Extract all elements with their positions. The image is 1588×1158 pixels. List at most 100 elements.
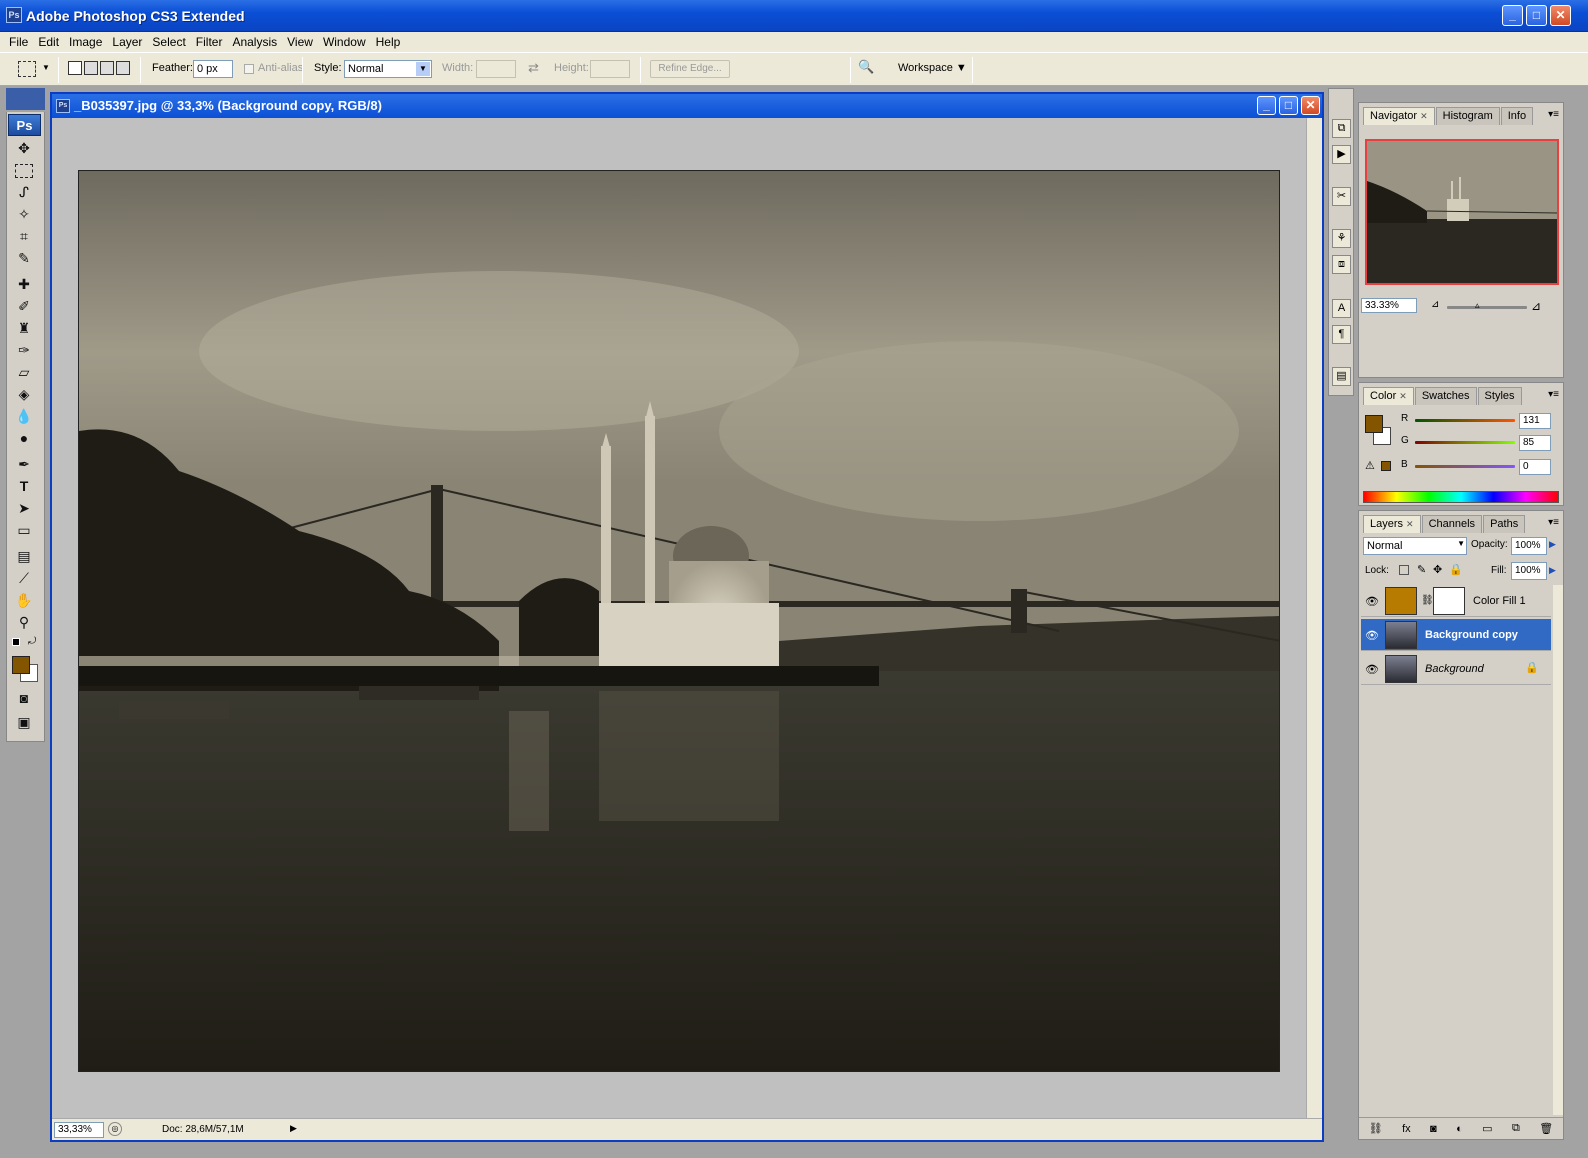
paint-bucket-icon[interactable]: ◈ (12, 384, 36, 404)
opacity-field[interactable]: 100% (1511, 537, 1547, 555)
close-icon[interactable]: ✕ (1420, 111, 1428, 121)
b-value[interactable]: 0 (1519, 459, 1551, 475)
bridge-icon[interactable]: 🔍 (858, 59, 878, 79)
fx-icon[interactable]: fx (1402, 1123, 1411, 1135)
lock-all-icon[interactable]: 🔒 (1449, 563, 1463, 576)
healing-brush-icon[interactable]: ✚ (12, 274, 36, 294)
marquee-preset-icon[interactable] (18, 61, 36, 77)
blend-mode-select[interactable]: Normal ▼ (1363, 537, 1467, 555)
layer-row-color-fill[interactable]: 👁 ⛓ Color Fill 1 (1361, 585, 1551, 617)
close-button[interactable]: ✕ (1550, 5, 1571, 26)
shape-tool-icon[interactable]: ▭ (12, 520, 36, 540)
fill-field[interactable]: 100% (1511, 562, 1547, 580)
layer-row-background-copy[interactable]: 👁 Background copy (1361, 619, 1551, 651)
toolbox-header[interactable] (6, 88, 45, 110)
height-input[interactable] (590, 60, 630, 78)
status-menu-arrow-icon[interactable]: ▶ (290, 1123, 297, 1134)
minimize-button[interactable]: _ (1502, 5, 1523, 26)
preset-dropdown-icon[interactable]: ▼ (42, 63, 50, 72)
close-icon[interactable]: ✕ (1406, 519, 1414, 529)
layer-row-background[interactable]: 👁 Background 🔒 (1361, 653, 1551, 685)
tab-histogram[interactable]: Histogram (1435, 107, 1500, 125)
chain-link-icon[interactable]: ⛓ (1421, 595, 1434, 606)
adjustment-layer-icon[interactable]: ◐ (1456, 1123, 1463, 1135)
menu-analysis[interactable]: Analysis (227, 35, 282, 49)
canvas-area[interactable] (52, 118, 1308, 1120)
slider-handle-icon[interactable]: ▵ (1475, 300, 1480, 311)
foreground-color-swatch[interactable] (12, 656, 30, 674)
swap-icon[interactable]: ⇄ (528, 60, 539, 76)
status-zoom-field[interactable]: 33,33% (54, 1122, 104, 1138)
tab-paths[interactable]: Paths (1483, 515, 1526, 533)
style-select[interactable]: Normal ▼ (344, 60, 432, 78)
width-input[interactable] (476, 60, 516, 78)
layer-mask-thumb[interactable] (1433, 587, 1465, 615)
panel-menu-icon[interactable]: ▾≡ (1548, 109, 1559, 120)
eyedropper-icon[interactable]: ⟋ (12, 568, 36, 588)
zoom-tool-icon[interactable]: ⚲ (12, 612, 36, 632)
dodge-tool-icon[interactable]: ● (12, 428, 36, 448)
history-brush-icon[interactable]: ✑ (12, 340, 36, 360)
menu-layer[interactable]: Layer (107, 35, 147, 49)
history-panel-icon[interactable]: ⧉ (1332, 119, 1351, 138)
new-group-icon[interactable]: ▭ (1482, 1122, 1492, 1135)
chevron-down-icon[interactable]: ▼ (1457, 539, 1465, 548)
paragraph-panel-icon[interactable]: ¶ (1332, 325, 1351, 344)
pen-tool-icon[interactable]: ✒ (12, 454, 36, 474)
brush-tool-icon[interactable]: ✐ (12, 296, 36, 316)
clone-source-icon[interactable]: ⧈ (1332, 255, 1351, 274)
brushes-panel-icon[interactable]: ⚘ (1332, 229, 1351, 248)
doc-close-button[interactable]: ✕ (1301, 96, 1320, 115)
lock-position-icon[interactable]: ✥ (1433, 563, 1442, 576)
document-image[interactable] (78, 170, 1280, 1072)
tool-presets-icon[interactable]: ✂ (1332, 187, 1351, 206)
trash-icon[interactable]: 🗑 (1539, 1122, 1553, 1135)
feather-input[interactable]: 0 px (193, 60, 233, 78)
eye-icon[interactable]: 👁 (1365, 629, 1379, 642)
tab-info[interactable]: Info (1500, 107, 1534, 125)
antialias-checkbox[interactable] (244, 64, 254, 74)
menu-help[interactable]: Help (371, 35, 406, 49)
menu-filter[interactable]: Filter (191, 35, 228, 49)
menu-image[interactable]: Image (64, 35, 107, 49)
add-mask-icon[interactable]: ◙ (1430, 1123, 1437, 1135)
color-fg-swatch[interactable] (1365, 415, 1383, 433)
marquee-tool-icon[interactable] (15, 164, 33, 178)
zoom-in-icon[interactable]: ⊿ (1531, 299, 1541, 313)
type-tool-icon[interactable]: T (12, 476, 36, 496)
new-selection-icon[interactable] (68, 61, 82, 75)
eye-icon[interactable]: 👁 (1365, 595, 1379, 608)
horizontal-scrollbar[interactable] (314, 1122, 1304, 1138)
r-value[interactable]: 131 (1519, 413, 1551, 429)
color-ramp[interactable] (1363, 491, 1559, 503)
quick-mask-icon[interactable]: ◙ (12, 688, 36, 708)
refine-edge-button[interactable]: Refine Edge... (650, 60, 730, 78)
character-panel-icon[interactable]: A (1332, 299, 1351, 318)
path-selection-icon[interactable]: ➤ (12, 498, 36, 518)
tab-color[interactable]: Color ✕ (1363, 387, 1414, 405)
doc-minimize-button[interactable]: _ (1257, 96, 1276, 115)
g-value[interactable]: 85 (1519, 435, 1551, 451)
lock-pixels-icon[interactable]: ✎ (1417, 563, 1426, 576)
g-slider[interactable] (1415, 441, 1515, 444)
zoom-out-icon[interactable]: ⊿ (1431, 299, 1439, 310)
menu-edit[interactable]: Edit (33, 35, 64, 49)
close-icon[interactable]: ✕ (1399, 391, 1407, 401)
r-slider[interactable] (1415, 419, 1515, 422)
navigator-zoom-slider[interactable] (1447, 306, 1527, 309)
new-layer-icon[interactable]: ⧉ (1512, 1122, 1520, 1135)
vertical-scrollbar[interactable] (1306, 118, 1322, 1120)
hand-tool-icon[interactable]: ✋ (12, 590, 36, 610)
eye-icon[interactable]: 👁 (1365, 663, 1379, 676)
menu-view[interactable]: View (282, 35, 318, 49)
blur-tool-icon[interactable]: 💧 (12, 406, 36, 426)
tab-swatches[interactable]: Swatches (1414, 387, 1477, 405)
ps-logo[interactable]: Ps (8, 114, 41, 136)
tab-channels[interactable]: Channels (1421, 515, 1483, 533)
lock-transparency-icon[interactable] (1399, 565, 1409, 575)
default-colors-icon[interactable] (12, 638, 20, 646)
doc-maximize-button[interactable]: □ (1279, 96, 1298, 115)
magic-wand-icon[interactable]: ✧ (12, 204, 36, 224)
panel-menu-icon[interactable]: ▾≡ (1548, 389, 1559, 400)
chevron-down-icon[interactable]: ▼ (416, 62, 430, 76)
